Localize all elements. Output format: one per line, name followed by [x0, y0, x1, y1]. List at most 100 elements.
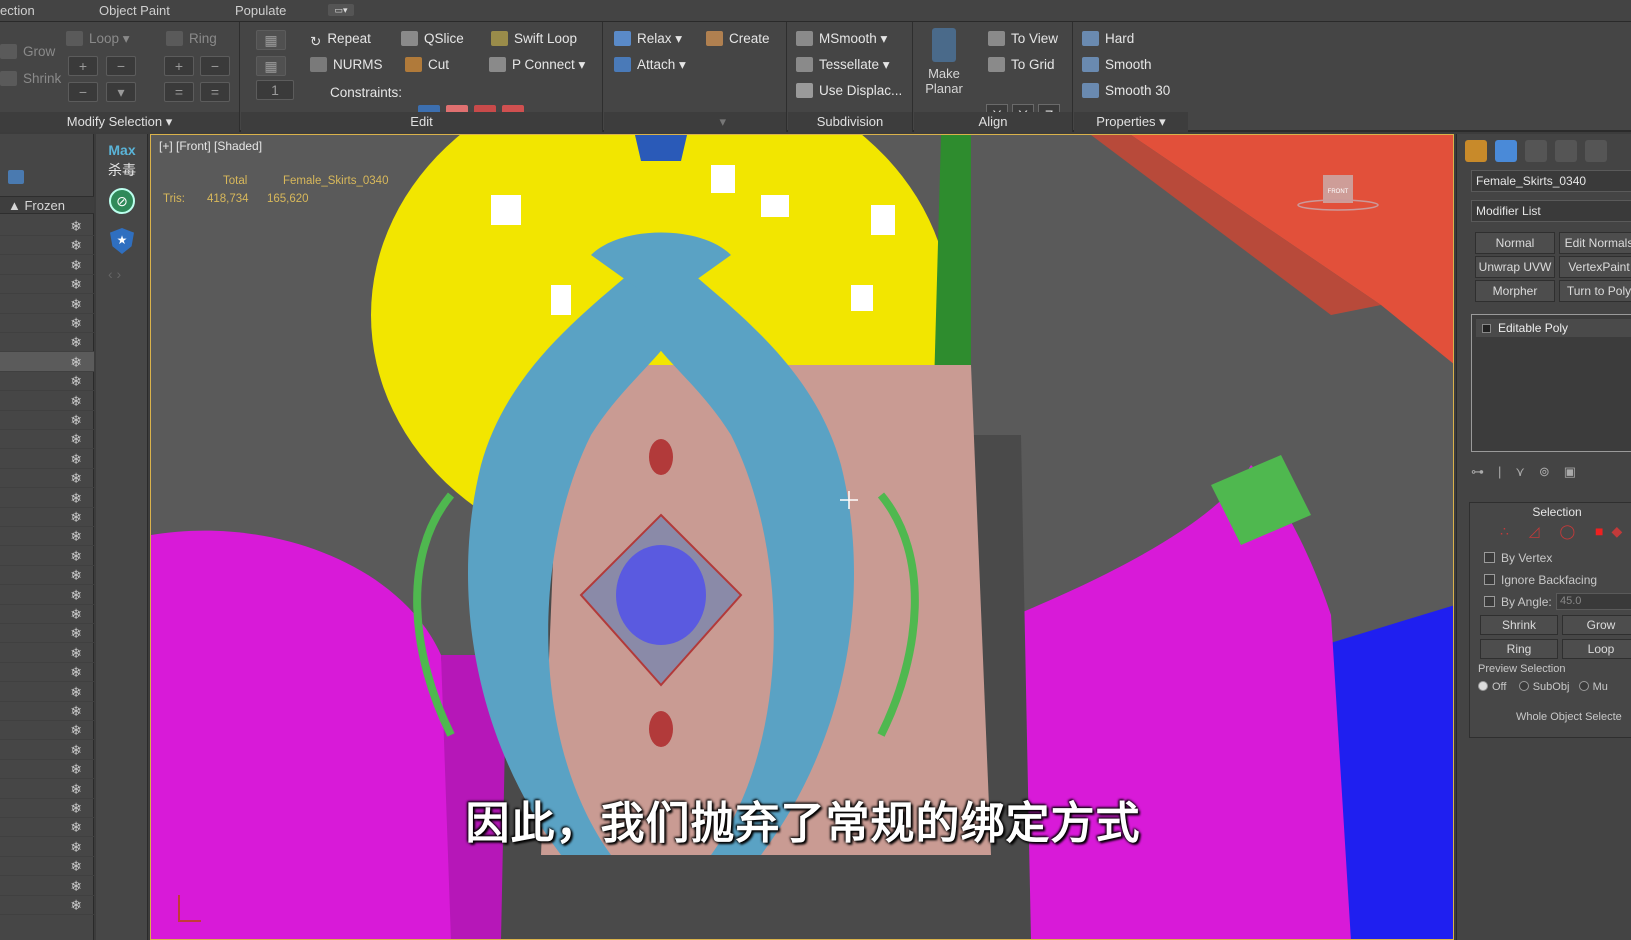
preview-off-radio[interactable]: Off: [1478, 681, 1506, 693]
freeze-toggle-icon[interactable]: ❄: [70, 664, 82, 681]
subobject-level-icons[interactable]: ∴ ◿ ◯ ■◆: [1500, 523, 1630, 540]
explorer-row[interactable]: ❄: [0, 216, 94, 236]
tessellate-button[interactable]: Tessellate ▾: [796, 54, 890, 76]
explorer-row[interactable]: ❄: [0, 876, 94, 896]
explorer-row[interactable]: ❄: [0, 410, 94, 430]
explorer-row[interactable]: ❄: [0, 779, 94, 799]
explorer-row[interactable]: ❄: [0, 351, 94, 372]
use-displace-button[interactable]: Use Displac...: [796, 80, 902, 102]
tab-object-paint[interactable]: Object Paint: [99, 3, 170, 18]
attach-button[interactable]: Attach ▾: [614, 54, 686, 76]
explorer-row[interactable]: ❄: [0, 682, 94, 702]
loop-grow-button[interactable]: +: [68, 56, 98, 76]
ignore-backfacing-checkbox[interactable]: Ignore Backfacing: [1484, 573, 1597, 587]
grow-button[interactable]: Grow: [0, 41, 55, 63]
display-tab-icon[interactable]: [1585, 140, 1607, 162]
hierarchy-tab-icon[interactable]: [1525, 140, 1547, 162]
modifier-vertexpaint-button[interactable]: VertexPaint: [1559, 256, 1631, 278]
explorer-row[interactable]: ❄: [0, 643, 94, 663]
explorer-row[interactable]: ❄: [0, 565, 94, 586]
freeze-toggle-icon[interactable]: ❄: [70, 625, 82, 642]
explorer-row[interactable]: ❄: [0, 623, 94, 644]
freeze-toggle-icon[interactable]: ❄: [70, 878, 82, 895]
modifier-unwrap-uvw-button[interactable]: Unwrap UVW: [1475, 256, 1555, 278]
preview-subobj-radio[interactable]: SubObj: [1518, 681, 1569, 693]
explorer-row[interactable]: ❄: [0, 255, 94, 275]
explorer-row[interactable]: ❄: [0, 720, 94, 741]
explorer-row[interactable]: ❄: [0, 798, 94, 818]
freeze-toggle-icon[interactable]: ❄: [70, 567, 82, 584]
explorer-row[interactable]: ❄: [0, 332, 94, 353]
freeze-toggle-icon[interactable]: ❄: [70, 587, 82, 604]
freeze-toggle-icon[interactable]: ❄: [70, 703, 82, 720]
properties-title[interactable]: Properties ▾: [1074, 112, 1188, 132]
by-vertex-checkbox[interactable]: By Vertex: [1484, 551, 1552, 565]
modify-selection-title[interactable]: Modify Selection ▾: [0, 112, 239, 132]
explorer-row[interactable]: ❄: [0, 759, 94, 780]
explorer-row[interactable]: ❄: [0, 429, 94, 450]
freeze-toggle-icon[interactable]: ❄: [70, 509, 82, 526]
freeze-toggle-icon[interactable]: ❄: [70, 412, 82, 429]
freeze-toggle-icon[interactable]: ❄: [70, 800, 82, 817]
loop-shrink-button[interactable]: −: [106, 56, 136, 76]
freeze-toggle-icon[interactable]: ❄: [70, 548, 82, 565]
swift-loop-button[interactable]: Swift Loop: [491, 28, 577, 50]
hard-button[interactable]: Hard: [1082, 28, 1134, 50]
freeze-toggle-icon[interactable]: ❄: [70, 218, 82, 235]
freeze-toggle-icon[interactable]: ❄: [70, 819, 82, 836]
freeze-toggle-icon[interactable]: ❄: [70, 393, 82, 410]
explorer-row[interactable]: ❄: [0, 895, 94, 915]
edit-spinner[interactable]: 1: [256, 80, 294, 100]
modifier-morpher-button[interactable]: Morpher: [1475, 280, 1555, 302]
freeze-toggle-icon[interactable]: ❄: [70, 761, 82, 778]
scan-icon[interactable]: ⊘: [109, 188, 135, 214]
smooth-button[interactable]: Smooth: [1082, 54, 1152, 76]
nurms-button[interactable]: NURMS: [310, 54, 383, 76]
freeze-toggle-icon[interactable]: ❄: [70, 645, 82, 662]
explorer-row[interactable]: ❄: [0, 604, 94, 624]
explorer-row[interactable]: ❄: [0, 701, 94, 721]
ring-button-cp[interactable]: Ring: [1480, 639, 1558, 659]
object-name-field[interactable]: Female_Skirts_0340: [1471, 170, 1631, 192]
by-angle-checkbox[interactable]: By Angle:: [1484, 595, 1552, 609]
loop-button-cp[interactable]: Loop: [1562, 639, 1631, 659]
explorer-row[interactable]: ❄: [0, 507, 94, 527]
preview-multi-radio[interactable]: Mu: [1578, 681, 1608, 693]
explorer-row[interactable]: ❄: [0, 856, 94, 877]
make-planar-button[interactable]: Make Planar: [922, 28, 966, 96]
freeze-toggle-icon[interactable]: ❄: [70, 839, 82, 856]
modifier-list-dropdown[interactable]: Modifier List: [1471, 200, 1631, 222]
stack-tools-icons[interactable]: ⊶|⋎⊚▣: [1471, 464, 1631, 480]
freeze-toggle-icon[interactable]: ❄: [70, 897, 82, 914]
freeze-toggle-icon[interactable]: ❄: [70, 431, 82, 448]
p-connect-button[interactable]: P Connect ▾: [489, 54, 585, 76]
freeze-toggle-icon[interactable]: ❄: [70, 858, 82, 875]
freeze-toggle-icon[interactable]: ❄: [70, 742, 82, 759]
freeze-toggle-icon[interactable]: ❄: [70, 354, 82, 371]
ring-grow-button[interactable]: +: [164, 56, 194, 76]
explorer-row[interactable]: ❄: [0, 449, 94, 469]
freeze-toggle-icon[interactable]: ❄: [70, 781, 82, 798]
explorer-row[interactable]: ❄: [0, 235, 94, 256]
explorer-row[interactable]: ❄: [0, 662, 94, 683]
explorer-filter-icon[interactable]: [8, 170, 24, 184]
explorer-row[interactable]: ❄: [0, 817, 94, 838]
ring-shrink-button[interactable]: −: [200, 56, 230, 76]
modifier-edit-normals-button[interactable]: Edit Normals: [1559, 232, 1631, 254]
explorer-row[interactable]: ❄: [0, 468, 94, 489]
explorer-row[interactable]: ❄: [0, 313, 94, 333]
freeze-toggle-icon[interactable]: ❄: [70, 296, 82, 313]
viewport-label[interactable]: [+] [Front] [Shaded]: [159, 139, 262, 153]
to-grid-button[interactable]: To Grid: [988, 54, 1055, 76]
msmooth-button[interactable]: MSmooth ▾: [796, 28, 887, 50]
ring-mode-button[interactable]: =: [164, 82, 194, 102]
freeze-toggle-icon[interactable]: ❄: [70, 528, 82, 545]
freeze-toggle-icon[interactable]: ❄: [70, 315, 82, 332]
loop-button[interactable]: Loop ▾: [66, 28, 130, 50]
explorer-row[interactable]: ❄: [0, 837, 94, 857]
viewport-front[interactable]: FRONT [+] [Front] [Shaded] Total Female_S…: [150, 134, 1454, 940]
ring-mode-dropdown[interactable]: =: [200, 82, 230, 102]
shrink-button-cp[interactable]: Shrink: [1480, 615, 1558, 635]
explorer-row[interactable]: ❄: [0, 488, 94, 508]
explorer-row[interactable]: ❄: [0, 391, 94, 411]
